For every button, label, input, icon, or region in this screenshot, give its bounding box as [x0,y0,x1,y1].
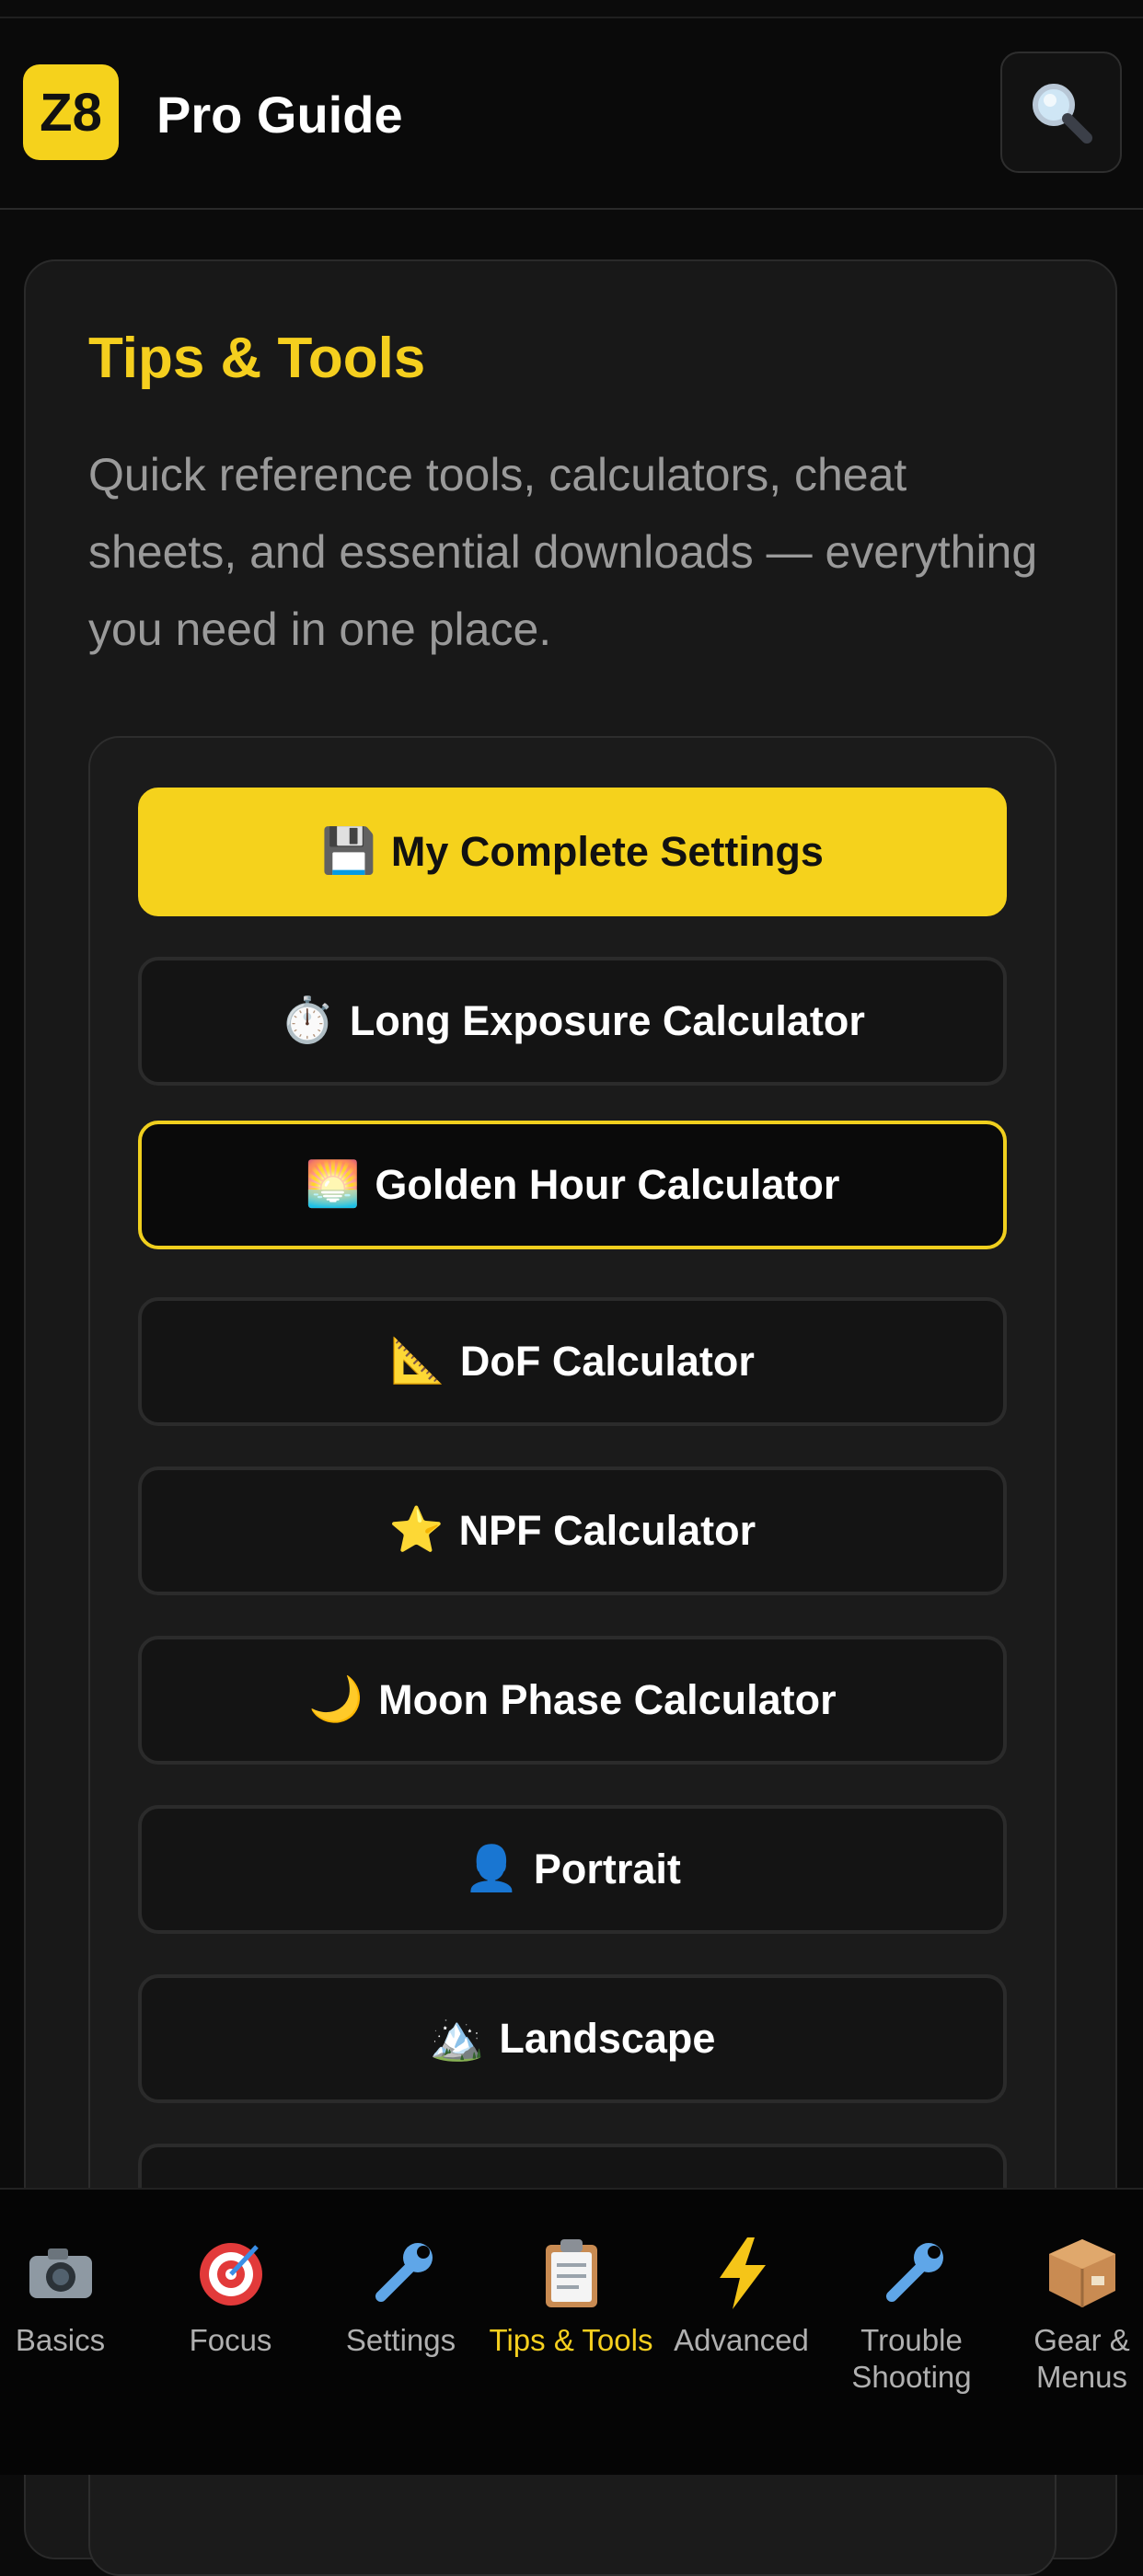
page-description: Quick reference tools, calculators, chea… [88,449,1038,655]
crescent-moon-icon: 🌙 [308,1675,364,1724]
lightning-icon [656,2232,826,2313]
tab-label: Gear & Menus [1033,2323,1130,2394]
app-title: Pro Guide [156,86,403,144]
button-label: Golden Hour Calculator [375,1161,840,1208]
package-icon [997,2232,1143,2313]
button-label: DoF Calculator [459,1338,755,1385]
target-icon [145,2232,316,2313]
portrait-button[interactable]: 👤 Portrait [138,1805,1007,1934]
star-icon: ⭐ [388,1506,444,1555]
wrench-icon [316,2232,486,2313]
app-logo[interactable]: Z8 [23,64,119,160]
tab-label: Basics [15,2323,106,2357]
clipboard-icon [486,2232,656,2313]
moon-phase-calculator-button[interactable]: 🌙 Moon Phase Calculator [138,1636,1007,1765]
tab-basics[interactable]: Basics [0,2232,145,2359]
tab-label: Advanced [674,2323,809,2357]
tab-focus[interactable]: Focus [145,2232,316,2359]
landscape-button[interactable]: 🏔️ Landscape [138,1974,1007,2103]
mountain-icon: 🏔️ [429,2014,485,2063]
search-button[interactable] [1000,52,1122,173]
button-label: Long Exposure Calculator [349,997,865,1044]
tab-advanced[interactable]: Advanced [656,2232,826,2359]
tab-trouble-shooting[interactable]: Trouble Shooting [826,2232,997,2396]
golden-hour-calculator-button[interactable]: 🌅 Golden Hour Calculator [138,1121,1007,1249]
wrench-icon [826,2232,997,2313]
tab-label: Tips & Tools [489,2323,653,2357]
tab-label: Focus [189,2323,272,2357]
tab-label: Settings [345,2323,456,2357]
triangle-ruler-icon: 📐 [390,1337,445,1386]
long-exposure-calculator-button[interactable]: ⏱️ Long Exposure Calculator [138,957,1007,1086]
floppy-disk-icon: 💾 [321,827,376,876]
camera-icon [0,2232,145,2313]
stopwatch-icon: ⏱️ [280,996,335,1045]
sunrise-icon: 🌅 [305,1160,361,1209]
tab-settings[interactable]: Settings [316,2232,486,2359]
button-label: My Complete Settings [390,828,824,875]
search-icon [1033,84,1092,144]
button-label: Landscape [499,2015,716,2062]
button-label: NPF Calculator [458,1507,756,1554]
button-label: Portrait [533,1846,681,1892]
app-header: Z8 Pro Guide [0,18,1143,210]
bottom-tab-bar: Basics Focus Settings Tips & Tools Advan… [0,2188,1143,2475]
page-title: Tips & Tools [88,327,426,390]
tab-tips-tools[interactable]: Tips & Tools [486,2232,656,2359]
person-icon: 👤 [464,1845,519,1893]
button-label: Moon Phase Calculator [378,1676,837,1723]
tab-label: Trouble Shooting [851,2323,972,2394]
npf-calculator-button[interactable]: ⭐ NPF Calculator [138,1466,1007,1595]
dof-calculator-button[interactable]: 📐 DoF Calculator [138,1297,1007,1426]
tab-gear-menus[interactable]: Gear & Menus [997,2232,1143,2396]
my-complete-settings-button[interactable]: 💾 My Complete Settings [138,788,1007,916]
